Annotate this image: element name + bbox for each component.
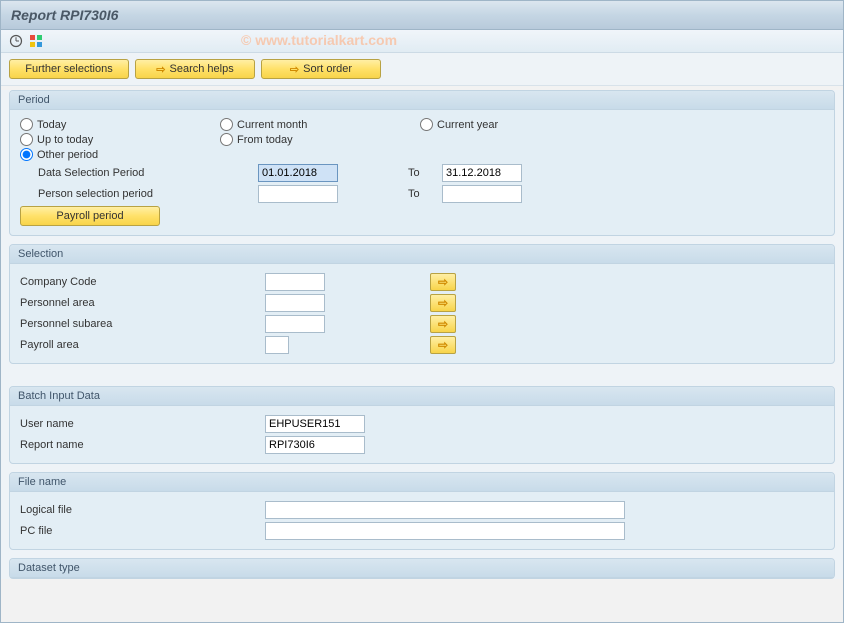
color-legend-icon[interactable] [29,34,43,48]
selection-group: Selection Company Code ⇨ Personnel area … [9,244,835,364]
radio-current-year-label: Current year [437,119,498,131]
watermark: © www.tutorialkart.com [241,32,397,48]
radio-other-period-label: Other period [37,149,98,161]
report-name-label: Report name [20,439,265,451]
window-title: Report RPI730I6 [1,1,843,30]
radio-up-to-today-label: Up to today [37,134,93,146]
dataset-type-group-title: Dataset type [10,559,834,578]
radio-from-today[interactable]: From today [220,133,380,146]
personnel-subarea-multi-select-icon[interactable]: ⇨ [430,315,456,333]
payroll-period-button[interactable]: Payroll period [20,206,160,226]
radio-today-label: Today [37,119,66,131]
payroll-area-label: Payroll area [20,339,265,351]
person-selection-from-input[interactable] [258,185,338,203]
execute-icon[interactable] [9,34,23,48]
radio-today[interactable]: Today [20,118,180,131]
period-group: Period Today Current month Current year … [9,90,835,236]
payroll-area-input[interactable] [265,336,289,354]
arrow-right-icon: ⇨ [290,63,299,76]
company-code-input[interactable] [265,273,325,291]
icon-toolbar: © www.tutorialkart.com [1,30,843,53]
radio-from-today-label: From today [237,134,293,146]
action-toolbar: Further selections ⇨ Search helps ⇨ Sort… [1,53,843,86]
person-selection-to-input[interactable] [442,185,522,203]
file-name-group-title: File name [10,473,834,492]
personnel-area-input[interactable] [265,294,325,312]
radio-current-year[interactable]: Current year [420,118,580,131]
person-selection-period-label: Person selection period [38,188,258,200]
period-group-title: Period [10,91,834,110]
further-selections-button[interactable]: Further selections [9,59,129,79]
radio-current-month-label: Current month [237,119,307,131]
company-code-multi-select-icon[interactable]: ⇨ [430,273,456,291]
arrow-right-icon: ⇨ [156,63,165,76]
batch-input-group: Batch Input Data User name Report name [9,386,835,464]
personnel-area-label: Personnel area [20,297,265,309]
dataset-type-group: Dataset type [9,558,835,579]
batch-input-group-title: Batch Input Data [10,387,834,406]
report-name-input[interactable] [265,436,365,454]
personnel-area-multi-select-icon[interactable]: ⇨ [430,294,456,312]
company-code-label: Company Code [20,276,265,288]
personnel-subarea-label: Personnel subarea [20,318,265,330]
user-name-label: User name [20,418,265,430]
search-helps-button[interactable]: ⇨ Search helps [135,59,255,79]
pc-file-label: PC file [20,525,265,537]
payroll-area-multi-select-icon[interactable]: ⇨ [430,336,456,354]
pc-file-input[interactable] [265,522,625,540]
sort-order-label: Sort order [303,63,352,75]
data-selection-to-input[interactable] [442,164,522,182]
logical-file-input[interactable] [265,501,625,519]
search-helps-label: Search helps [170,63,234,75]
radio-other-period[interactable]: Other period [20,148,180,161]
person-selection-to-label: To [408,188,442,200]
file-name-group: File name Logical file PC file [9,472,835,550]
data-selection-period-label: Data Selection Period [38,167,258,179]
data-selection-from-input[interactable] [258,164,338,182]
selection-group-title: Selection [10,245,834,264]
user-name-input[interactable] [265,415,365,433]
personnel-subarea-input[interactable] [265,315,325,333]
radio-up-to-today[interactable]: Up to today [20,133,180,146]
data-selection-to-label: To [408,167,442,179]
sort-order-button[interactable]: ⇨ Sort order [261,59,381,79]
logical-file-label: Logical file [20,504,265,516]
radio-current-month[interactable]: Current month [220,118,380,131]
